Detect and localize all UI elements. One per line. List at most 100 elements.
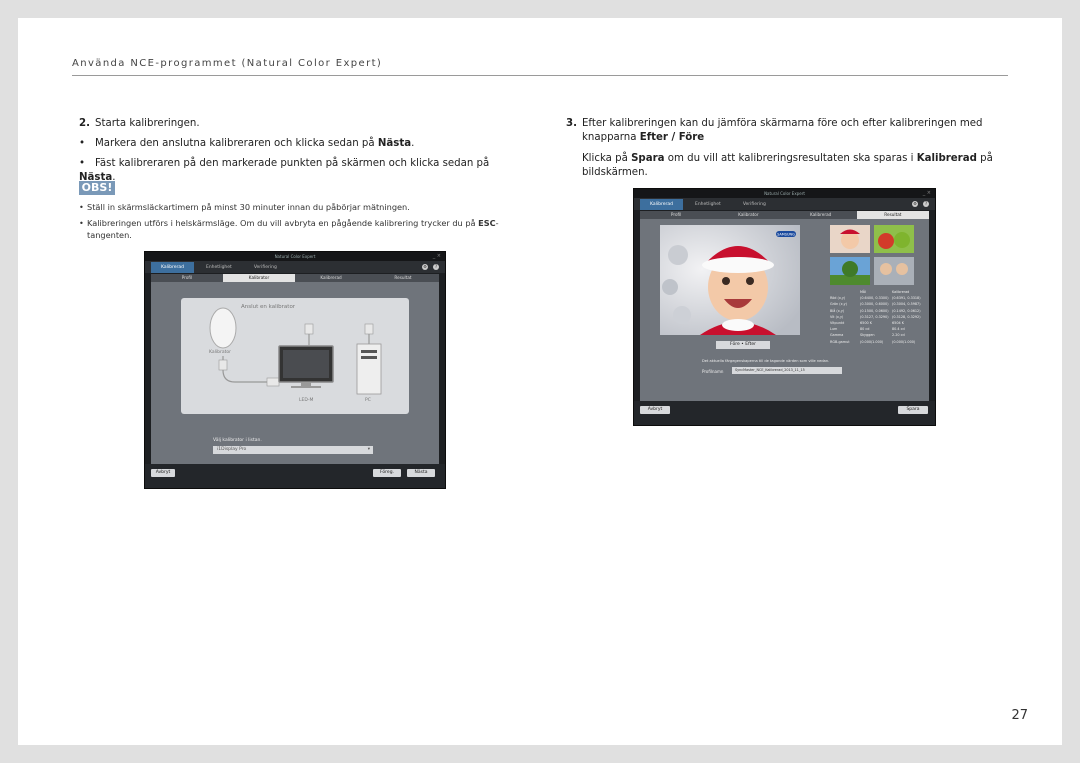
previous-button[interactable]: Föreg. bbox=[373, 469, 401, 477]
tab-kalibrerad[interactable]: Kalibrerad bbox=[151, 262, 194, 273]
step-resultat: Resultat bbox=[394, 275, 412, 280]
bullet-text: Markera den anslutna kalibreraren och kl… bbox=[95, 138, 378, 149]
page-header: Använda NCE-programmet (Natural Color Ex… bbox=[72, 58, 383, 69]
step-bold: Efter / Före bbox=[639, 132, 705, 143]
main-panel: Profil Kalibrator Kalibrerad Resultat An… bbox=[151, 274, 439, 464]
tab-kalibrerad[interactable]: Kalibrerad bbox=[640, 199, 683, 210]
results-table: Mål Kalibrerad Röd (x,y) (0.6400, 0.3300)(… bbox=[830, 289, 926, 345]
profile-label: Profilnamn bbox=[702, 369, 724, 374]
tab-bar: Kalibrerad Enhetlighet Verifiering ⚙? bbox=[634, 198, 935, 210]
step-3: 3. Efter kalibreringen kan du jämföra skä… bbox=[566, 117, 1006, 131]
info-text: Det aktuella färgegenskaperna till de ta… bbox=[702, 359, 830, 363]
connection-diagram bbox=[209, 307, 382, 395]
baby-photo: SAMSUNG bbox=[660, 225, 800, 335]
note-1: • Ställ in skärmsläckartimern på minst 30… bbox=[79, 202, 410, 212]
page-number: 27 bbox=[1011, 708, 1028, 723]
header-rule bbox=[72, 75, 1008, 76]
table-cell: (0.000/1.000) bbox=[860, 339, 884, 344]
window-controls[interactable]: _ × bbox=[923, 189, 931, 198]
note-text: Ställ in skärmsläckartimern på minst 30 … bbox=[87, 202, 410, 212]
select-value: i1Display Pro bbox=[217, 447, 247, 452]
note-bold: ESC bbox=[478, 218, 496, 228]
step-resultat: Resultat bbox=[856, 211, 929, 219]
profile-name-input[interactable]: SyncMaster_NCE_Kalibrerad_2013_11_15 bbox=[732, 367, 842, 374]
para-text-end: på bbox=[976, 153, 993, 164]
window-title: Natural Color Expert bbox=[764, 191, 805, 196]
step-text-2: knapparna bbox=[582, 132, 640, 143]
bullet-end: . bbox=[411, 138, 415, 149]
bullet-2: • Fäst kalibreraren på den markerade punk… bbox=[79, 157, 519, 185]
right-column: 3. Efter kalibreringen kan du jämföra skä… bbox=[566, 117, 1006, 180]
tab-verifiering[interactable]: Verifiering bbox=[244, 262, 287, 273]
thumbnail-grid bbox=[830, 225, 916, 285]
step-text: Starta kalibreringen. bbox=[95, 118, 200, 129]
gear-icon[interactable]: ⚙ bbox=[912, 201, 918, 207]
window-titlebar: Natural Color Expert _ × bbox=[634, 189, 935, 198]
step-kalibrerad: Kalibrerad bbox=[320, 275, 342, 280]
para-text-2: bildskärmen. bbox=[582, 167, 648, 178]
save-button[interactable]: Spara bbox=[898, 406, 928, 414]
help-icon[interactable]: ? bbox=[923, 201, 929, 207]
main-panel: Profil Kalibrator Kalibrerad Resultat SA… bbox=[640, 211, 929, 401]
gear-icon[interactable]: ⚙ bbox=[422, 264, 428, 270]
connect-panel: Anslut en kalibrator Kalibrator LED-M PC bbox=[181, 298, 409, 414]
note-text-2: tangenten. bbox=[87, 230, 132, 240]
help-icon[interactable]: ? bbox=[433, 264, 439, 270]
app-window-calibrator: Natural Color Expert _ × Kalibrerad Enhet… bbox=[144, 251, 446, 489]
step-number: 2. bbox=[79, 118, 90, 129]
step-bar: Profil Kalibrator Kalibrerad Resultat bbox=[640, 211, 929, 219]
app-window-result: Natural Color Expert _ × Kalibrerad Enhet… bbox=[633, 188, 936, 426]
tab-enhetlighet[interactable]: Enhetlighet bbox=[196, 262, 242, 273]
window-titlebar: Natural Color Expert _ × bbox=[145, 252, 445, 261]
para-text-mid: om du vill att kalibreringsresultaten sk… bbox=[664, 153, 917, 164]
tab-verifiering[interactable]: Verifiering bbox=[733, 199, 776, 210]
tab-enhetlighet[interactable]: Enhetlighet bbox=[685, 199, 731, 210]
chevron-down-icon: ▾ bbox=[367, 447, 370, 452]
bullet-text: Fäst kalibreraren på den markerade punkt… bbox=[95, 158, 490, 169]
calibrator-label: Kalibrator bbox=[209, 350, 231, 355]
before-after-toggle[interactable]: Före • Efter bbox=[716, 341, 770, 349]
step-2: 2. Starta kalibreringen. bbox=[79, 117, 519, 131]
window-title: Natural Color Expert bbox=[274, 254, 316, 259]
document-page: Använda NCE-programmet (Natural Color Ex… bbox=[18, 18, 1062, 745]
bullet-dot: • bbox=[79, 138, 86, 149]
bullet-1: • Markera den anslutna kalibreraren och k… bbox=[79, 137, 519, 151]
preview-photo: SAMSUNG bbox=[660, 225, 800, 335]
monitor-label: LED-M bbox=[299, 398, 314, 403]
note-end: - bbox=[495, 218, 499, 228]
step-text: Efter kalibreringen kan du jämföra skärm… bbox=[582, 118, 983, 129]
bullet-bold: Nästa bbox=[377, 138, 412, 149]
note-2: • Kalibreringen utförs i helskärmsläge. O… bbox=[79, 218, 499, 240]
window-controls[interactable]: _ × bbox=[433, 252, 441, 261]
table-cell: (0.000/1.000) bbox=[892, 339, 916, 344]
table-cell: RGB-gamut bbox=[830, 339, 850, 344]
next-button[interactable]: Nästa bbox=[407, 469, 435, 477]
window-footer: Avbryt Spara bbox=[634, 401, 935, 425]
brand-logo: SAMSUNG bbox=[777, 233, 795, 237]
pc-label: PC bbox=[365, 398, 371, 403]
left-column: 2. Starta kalibreringen. • Markera den ans… bbox=[79, 117, 519, 185]
step-profil: Profil bbox=[670, 212, 682, 217]
window-footer: Avbryt Föreg. Nästa bbox=[145, 464, 445, 488]
step-kalibrerad: Kalibrerad bbox=[809, 212, 832, 217]
cancel-button[interactable]: Avbryt bbox=[640, 406, 670, 414]
step-kalibrator: Kalibrator bbox=[738, 212, 759, 217]
step-kalibrator: Kalibrator bbox=[223, 274, 295, 282]
para-bold-2: Kalibrerad bbox=[916, 153, 977, 164]
step-profil: Profil bbox=[181, 275, 193, 280]
select-label: Välj kalibrator i listan. bbox=[213, 438, 262, 443]
step-bar: Profil Kalibrator Kalibrerad Resultat bbox=[151, 274, 439, 282]
calibrator-select[interactable]: i1Display Pro ▾ bbox=[213, 446, 373, 454]
note-text: Kalibreringen utförs i helskärmsläge. Om… bbox=[87, 218, 479, 228]
tab-bar: Kalibrerad Enhetlighet Verifiering ⚙? bbox=[145, 261, 445, 273]
para-text: Klicka på bbox=[582, 153, 632, 164]
table-row: RGB-gamut (0.000/1.000) (0.000/1.000) bbox=[830, 339, 926, 345]
save-paragraph: Klicka på Spara om du vill att kalibreri… bbox=[566, 152, 1006, 166]
bullet-dot: • bbox=[79, 158, 86, 169]
save-paragraph-line2: bildskärmen. bbox=[566, 166, 1006, 180]
para-bold-1: Spara bbox=[631, 153, 665, 164]
cancel-button[interactable]: Avbryt bbox=[151, 469, 175, 477]
step-3-line2: knapparna Efter / Före bbox=[566, 131, 1006, 145]
step-number: 3. bbox=[566, 118, 577, 129]
obs-badge: OBS! bbox=[79, 181, 115, 195]
